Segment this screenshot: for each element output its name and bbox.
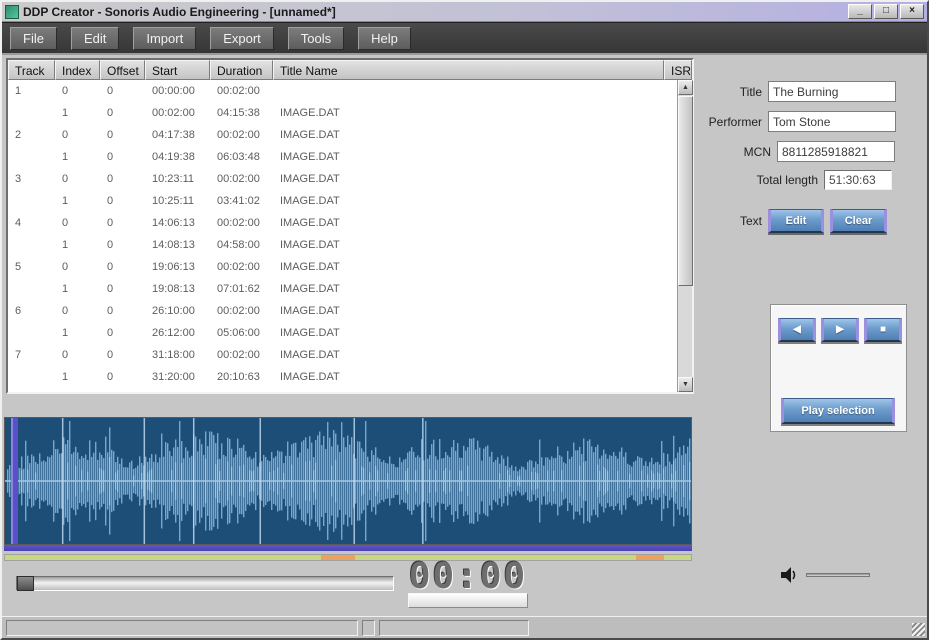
table-row[interactable]: 1 0 26:12:00 05:06:00 IMAGE.DAT <box>8 322 677 344</box>
table-row[interactable]: 2 0 0 04:17:38 00:02:00 IMAGE.DAT <box>8 124 677 146</box>
track-marker-segment <box>5 555 321 560</box>
header-duration[interactable]: Duration <box>210 60 273 80</box>
maximize-button[interactable]: □ <box>874 4 898 19</box>
table-row[interactable]: 1 0 14:08:13 04:58:00 IMAGE.DAT <box>8 234 677 256</box>
table-header-row: Track Index Offset Start Duration Title … <box>8 60 692 80</box>
time-digits: 00:00 <box>400 556 536 597</box>
table-row[interactable]: 1 0 04:19:38 06:03:48 IMAGE.DAT <box>8 146 677 168</box>
play-icon: ▶ <box>836 324 844 335</box>
waveform-svg <box>5 418 691 544</box>
disc-title-input[interactable] <box>768 81 896 102</box>
track-table-body: 1 0 0 00:00:00 00:02:00 1 0 00:02:00 04:… <box>8 80 677 392</box>
table-row[interactable]: 6 0 0 26:10:00 00:02:00 IMAGE.DAT <box>8 300 677 322</box>
header-isrc[interactable]: ISR <box>664 60 692 80</box>
scroll-down-icon[interactable]: ▼ <box>678 377 693 392</box>
table-row[interactable]: 1 0 00:02:00 04:15:38 IMAGE.DAT <box>8 102 677 124</box>
total-length-label: Total length <box>702 173 824 187</box>
menu-bar: File Edit Import Export Tools Help <box>2 22 927 55</box>
status-cell-main <box>6 620 358 636</box>
speaker-icon[interactable] <box>778 564 800 586</box>
stop-icon: ■ <box>880 324 886 335</box>
cdtext-label: Text <box>702 214 768 228</box>
mcn-input[interactable] <box>777 141 895 162</box>
title-bar[interactable]: DDP Creator - Sonoris Audio Engineering … <box>2 2 927 22</box>
status-cell-small <box>362 620 375 636</box>
player-groupbox: ◀ ▶ ■ Play selection <box>770 304 907 432</box>
app-icon <box>5 5 19 19</box>
transport-controls: ◀ ▶ ■ <box>778 318 902 342</box>
performer-input[interactable] <box>768 111 896 132</box>
menu-help[interactable]: Help <box>358 27 411 50</box>
table-row[interactable]: 5 0 0 19:06:13 00:02:00 IMAGE.DAT <box>8 256 677 278</box>
minimize-button[interactable]: _ <box>848 4 872 19</box>
table-row[interactable]: 1 0 19:08:13 07:01:62 IMAGE.DAT <box>8 278 677 300</box>
menu-export[interactable]: Export <box>210 27 274 50</box>
scrollbar-thumb[interactable] <box>678 96 693 286</box>
menu-file[interactable]: File <box>10 27 57 50</box>
table-row[interactable]: 7 0 0 31:18:00 00:02:00 IMAGE.DAT <box>8 344 677 366</box>
play-button[interactable]: ▶ <box>821 318 859 342</box>
total-length-display: 51:30:63 <box>824 170 892 190</box>
header-offset[interactable]: Offset <box>100 60 145 80</box>
volume-area <box>778 564 870 586</box>
time-display: 00:00 <box>400 556 536 608</box>
resize-grip[interactable] <box>912 623 925 636</box>
rewind-icon: ◀ <box>793 324 801 335</box>
menu-import[interactable]: Import <box>133 27 196 50</box>
table-row[interactable]: 3 0 0 10:23:11 00:02:00 IMAGE.DAT <box>8 168 677 190</box>
position-slider-handle[interactable] <box>17 576 34 591</box>
status-cell-secondary <box>379 620 529 636</box>
text-edit-button[interactable]: Edit <box>768 209 824 233</box>
volume-slider[interactable] <box>806 573 870 577</box>
track-marker-strip[interactable] <box>4 554 692 561</box>
scroll-up-icon[interactable]: ▲ <box>678 80 693 95</box>
waveform-display[interactable] <box>4 417 692 545</box>
table-row[interactable]: 1 0 31:20:00 20:10:63 IMAGE.DAT <box>8 366 677 388</box>
track-marker-segment <box>636 555 663 560</box>
text-clear-button[interactable]: Clear <box>830 209 887 233</box>
title-label: Title <box>702 85 768 99</box>
mcn-label: MCN <box>711 145 777 159</box>
menu-tools[interactable]: Tools <box>288 27 344 50</box>
track-table: Track Index Offset Start Duration Title … <box>6 58 694 394</box>
table-row[interactable]: 1 0 10:25:11 03:41:02 IMAGE.DAT <box>8 190 677 212</box>
window-title: DDP Creator - Sonoris Audio Engineering … <box>23 5 846 19</box>
track-marker-segment <box>321 555 355 560</box>
header-title-name[interactable]: Title Name <box>273 60 664 80</box>
play-selection-button[interactable]: Play selection <box>781 398 895 424</box>
rewind-button[interactable]: ◀ <box>778 318 816 342</box>
header-track[interactable]: Track <box>8 60 55 80</box>
header-start[interactable]: Start <box>145 60 210 80</box>
header-index[interactable]: Index <box>55 60 100 80</box>
menu-edit[interactable]: Edit <box>71 27 119 50</box>
waveform-selection-strip[interactable] <box>4 545 692 551</box>
position-slider[interactable] <box>16 576 394 591</box>
table-vertical-scrollbar[interactable]: ▲ ▼ <box>677 80 692 392</box>
track-marker-segment <box>664 555 691 560</box>
performer-label: Performer <box>702 115 768 129</box>
stop-button[interactable]: ■ <box>864 318 902 342</box>
table-row[interactable]: 4 0 0 14:06:13 00:02:00 IMAGE.DAT <box>8 212 677 234</box>
status-bar <box>2 616 927 638</box>
table-row[interactable]: 1 0 0 00:00:00 00:02:00 <box>8 80 677 102</box>
close-button[interactable]: × <box>900 4 924 19</box>
